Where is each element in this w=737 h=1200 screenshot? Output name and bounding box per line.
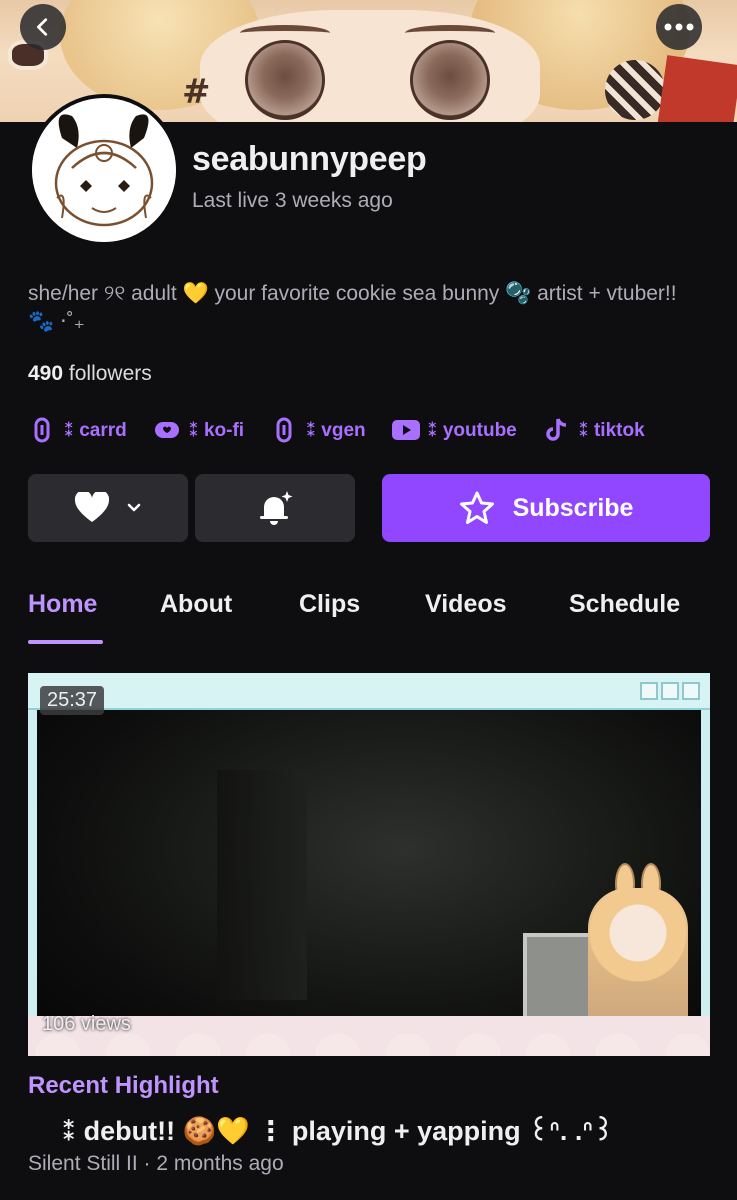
video-meta: Silent Still II · 2 months ago	[28, 1152, 284, 1175]
social-link-label: ⁑ youtube	[427, 419, 517, 441]
follow-button[interactable]	[28, 474, 188, 542]
social-link-tiktok[interactable]: ⁑ tiktok	[543, 416, 645, 444]
video-title[interactable]: ⁑ debut!! 🍪💛 ⋮ playing + yapping ꒰ᐢ. .ᐢ꒱	[62, 1111, 614, 1147]
social-link-youtube[interactable]: ⁑ youtube	[391, 416, 517, 444]
avatar[interactable]	[28, 94, 180, 246]
notifications-button[interactable]	[195, 474, 355, 542]
section-label: Recent Highlight	[28, 1072, 219, 1099]
tab-about[interactable]: About	[160, 590, 232, 619]
subscribe-label: Subscribe	[512, 493, 634, 522]
social-links: ⁑ carrd ⁑ ko-fi ⁑ vgen ⁑ youtube ⁑ tikto…	[28, 416, 671, 444]
kofi-icon	[153, 416, 181, 444]
social-link-kofi[interactable]: ⁑ ko-fi	[153, 416, 244, 444]
social-link-carrd[interactable]: ⁑ carrd	[28, 416, 127, 444]
back-button[interactable]	[20, 4, 66, 50]
star-icon	[459, 491, 494, 524]
channel-name: seabunnypeep	[192, 140, 427, 178]
channel-bio: she/her ୨୧ adult 💛 your favorite cookie …	[28, 282, 677, 333]
social-link-label: ⁑ carrd	[64, 419, 127, 441]
more-options-button[interactable]	[656, 4, 702, 50]
window-close-icon	[682, 682, 700, 700]
social-link-label: ⁑ vgen	[306, 419, 366, 441]
highlight-video-thumbnail[interactable]: 25:37 106 views	[28, 673, 710, 1056]
last-live-status: Last live 3 weeks ago	[192, 189, 393, 212]
tab-videos[interactable]: Videos	[425, 590, 507, 619]
avatar-art	[32, 98, 176, 242]
scene-wall	[217, 770, 307, 1000]
follower-count-number: 490	[28, 362, 64, 385]
banner-art-eye	[245, 40, 325, 120]
banner-art-mark: #	[182, 72, 211, 112]
social-link-vgen[interactable]: ⁑ vgen	[270, 416, 366, 444]
link-icon	[28, 416, 56, 444]
video-duration: 25:37	[40, 686, 105, 715]
social-link-label: ⁑ ko-fi	[188, 419, 245, 441]
social-link-label: ⁑ tiktok	[578, 419, 645, 441]
active-tab-indicator	[28, 640, 103, 644]
banner-art-brow	[405, 25, 495, 41]
window-controls	[637, 682, 700, 700]
tab-home[interactable]: Home	[28, 590, 97, 619]
subscribe-button[interactable]: Subscribe	[382, 474, 710, 542]
tiktok-icon	[543, 416, 571, 444]
tab-clips[interactable]: Clips	[299, 590, 360, 619]
bell-icon	[260, 491, 293, 525]
window-frame	[28, 673, 710, 710]
link-icon	[270, 416, 298, 444]
banner-art-chocolate	[605, 60, 665, 120]
heart-icon	[74, 492, 110, 522]
video-views: 106 views	[42, 1013, 131, 1035]
banner-art-brow	[240, 25, 330, 41]
youtube-icon	[391, 416, 420, 444]
window-minimize-icon	[640, 682, 658, 700]
tab-schedule[interactable]: Schedule	[569, 590, 680, 619]
follower-count: 490 followers	[28, 362, 152, 386]
chevron-left-icon	[37, 18, 48, 36]
chevron-down-icon	[127, 503, 141, 512]
more-horizontal-icon	[664, 23, 694, 31]
follower-count-label: followers	[68, 362, 152, 385]
channel-tabs: Home About Clips Videos Schedule	[28, 590, 718, 646]
window-maximize-icon	[661, 682, 679, 700]
banner-art-pocky	[657, 55, 737, 122]
banner-art-eye	[410, 40, 490, 120]
